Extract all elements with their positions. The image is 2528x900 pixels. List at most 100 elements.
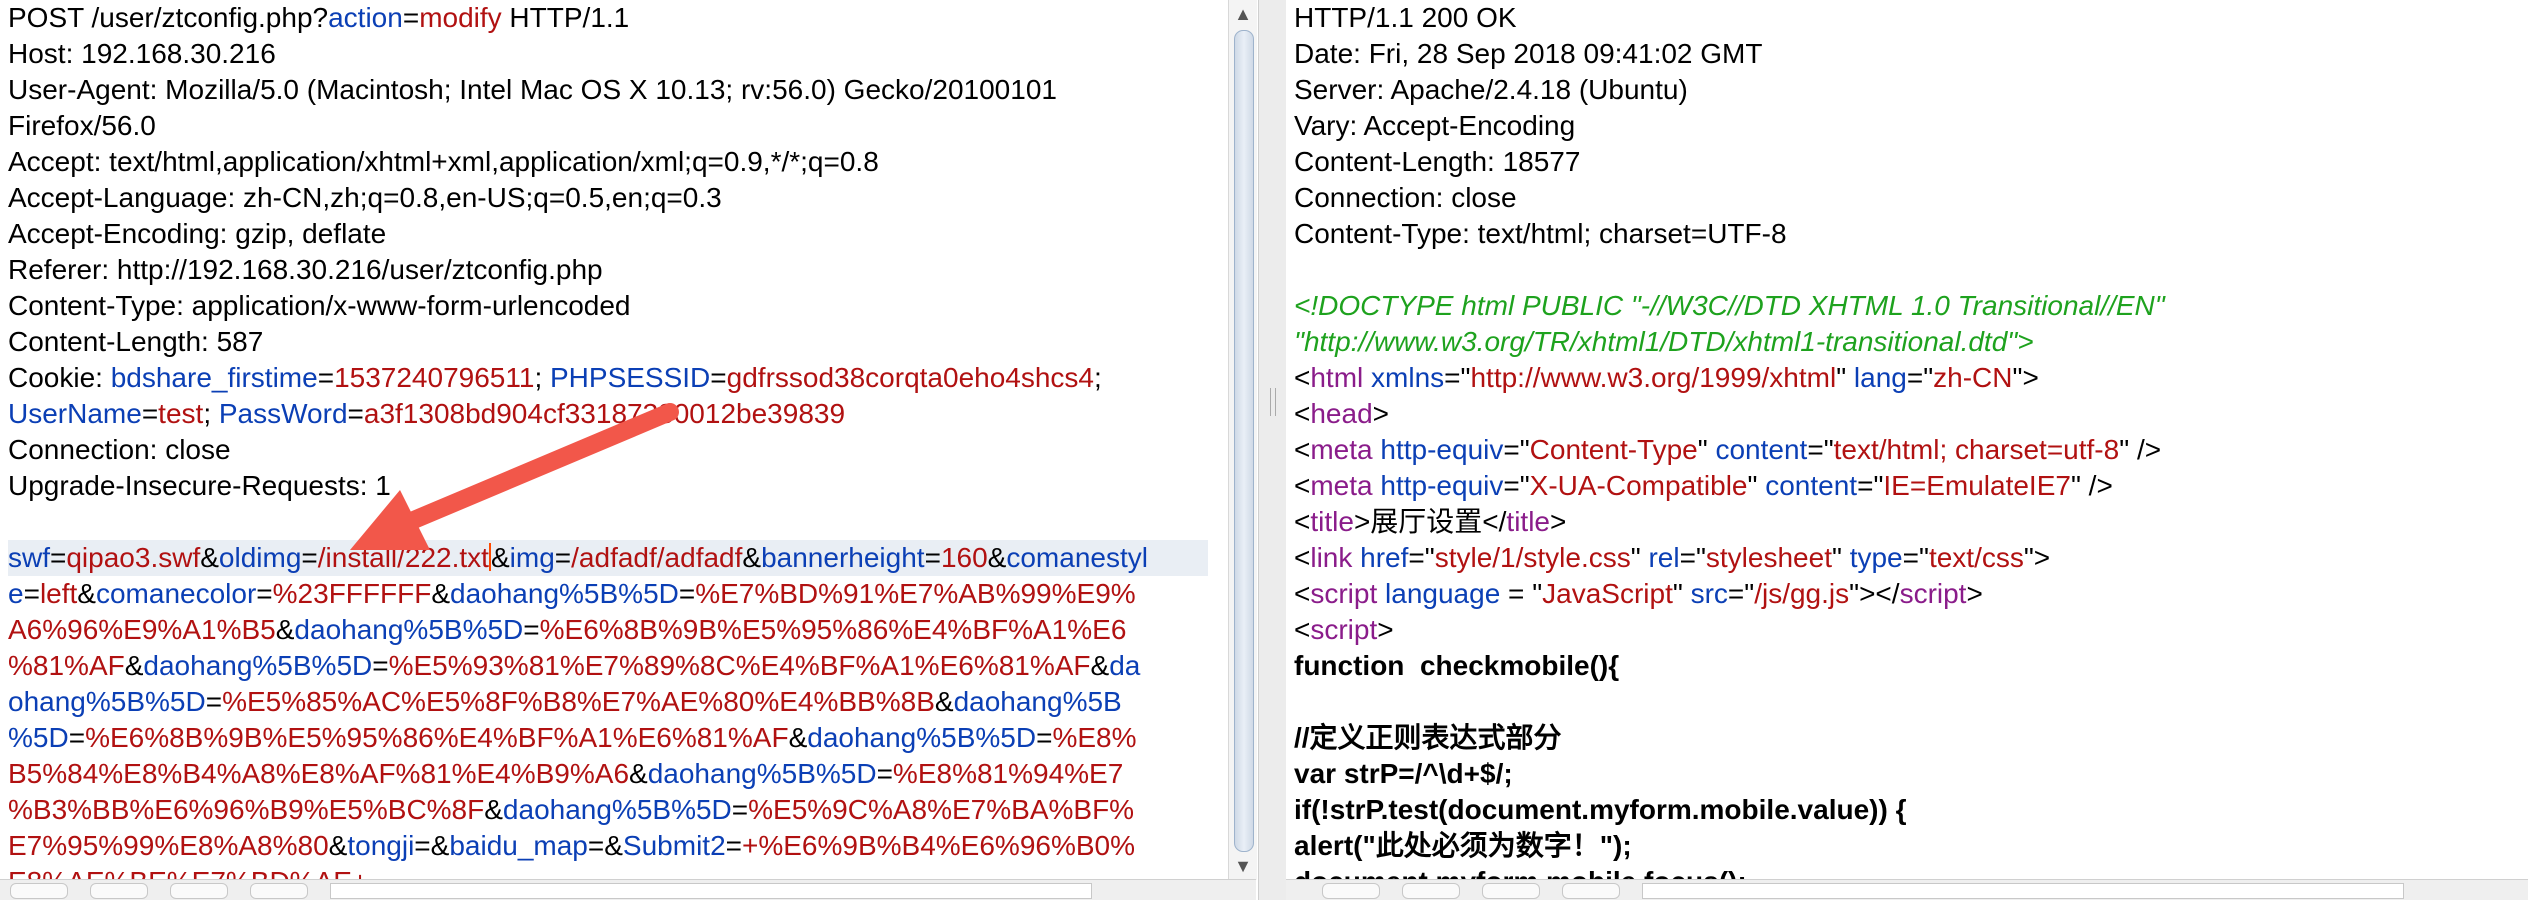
- text-token: zh-CN: [1933, 362, 2013, 393]
- request-editor[interactable]: POST /user/ztconfig.php?action=modify HT…: [8, 0, 1208, 880]
- scroll-up-icon[interactable]: ▲: [1229, 0, 1257, 28]
- text-token: comanestyl: [1006, 542, 1148, 573]
- response-search-input[interactable]: [1642, 883, 2404, 899]
- text-token: =: [710, 362, 727, 393]
- text-token: Server: Apache/2.4.18 (Ubuntu): [1294, 74, 1688, 105]
- text-token: =: [731, 794, 749, 825]
- text-token: daohang%5B%5D: [807, 722, 1037, 753]
- response-bottom-toolbar: [1286, 879, 2528, 900]
- request-headers: POST /user/ztconfig.php?action=modify HT…: [8, 0, 1208, 540]
- text-token: ;: [1094, 362, 1102, 393]
- text-token: swf: [8, 542, 50, 573]
- text-line: Firefox/56.0: [8, 108, 1208, 144]
- text-token: &: [431, 578, 451, 609]
- text-token: Content-Type: application/x-www-form-url…: [8, 290, 631, 321]
- previous-button[interactable]: [90, 883, 148, 899]
- text-token: ": [1672, 578, 1691, 609]
- text-token: script: [1899, 578, 1967, 609]
- text-line: User-Agent: Mozilla/5.0 (Macintosh; Inte…: [8, 72, 1208, 108]
- text-token: text/css: [1928, 542, 2024, 573]
- text-token: script: [1310, 578, 1378, 609]
- text-token: %23FFFFFF: [272, 578, 432, 609]
- request-pane[interactable]: POST /user/ztconfig.php?action=modify HT…: [0, 0, 1228, 900]
- text-token: >: [1550, 506, 1567, 537]
- text-token: = ": [1500, 578, 1543, 609]
- text-line: Connection: close: [8, 432, 1208, 468]
- add-button[interactable]: [170, 883, 228, 899]
- text-token: daohang%5B%5D: [502, 794, 732, 825]
- text-token: language: [1385, 578, 1501, 609]
- text-token: action: [328, 2, 403, 33]
- text-line: [1294, 252, 2508, 288]
- text-token: IE=EmulateIE7: [1883, 470, 2071, 501]
- scroll-down-icon[interactable]: ▼: [1229, 852, 1257, 880]
- scrollbar-thumb[interactable]: [1234, 30, 1254, 852]
- response-next-button[interactable]: [1562, 883, 1620, 899]
- text-token: <: [1294, 614, 1311, 645]
- text-token: /adfadf/adfadf: [571, 542, 743, 573]
- text-token: Host: 192.168.30.216: [8, 38, 276, 69]
- text-token: =: [23, 578, 40, 609]
- next-button[interactable]: [250, 883, 308, 899]
- text-line: %81%AF&daohang%5B%5D=%E5%93%81%E7%89%8C%…: [8, 648, 1208, 684]
- text-line: Date: Fri, 28 Sep 2018 09:41:02 GMT: [1294, 36, 2508, 72]
- text-line: "http://www.w3.org/TR/xhtml1/DTD/xhtml1-…: [1294, 324, 2508, 360]
- request-body[interactable]: swf=qipao3.swf&oldimg=/install/222.txt&i…: [8, 540, 1208, 880]
- text-token: &: [484, 794, 503, 825]
- text-token: =": [1503, 470, 1530, 501]
- text-token: daohang%5B%5D: [294, 614, 524, 645]
- text-token: var strP=/^\d+$/;: [1294, 758, 1513, 789]
- text-token: head: [1310, 398, 1373, 429]
- text-token: 160: [940, 542, 988, 573]
- response-help-button[interactable]: [1322, 883, 1380, 899]
- text-token: =: [256, 578, 273, 609]
- text-token: =: [301, 542, 318, 573]
- text-token: =": [1857, 470, 1884, 501]
- text-line: A6%96%E9%A1%B5&daohang%5B%5D=%E6%8B%9B%E…: [8, 612, 1208, 648]
- text-token: ": [1836, 362, 1854, 393]
- text-token: %E7%BD%91%E7%AB%99%E9%: [695, 578, 1136, 609]
- text-token: /install/222.txt: [317, 542, 489, 573]
- text-line: <!DOCTYPE html PUBLIC "-//W3C//DTD XHTML…: [1294, 288, 2508, 324]
- text-token: =: [876, 758, 893, 789]
- request-vertical-scrollbar[interactable]: ▲ ▼: [1228, 0, 1257, 880]
- text-token: HTTP/1.1 200 OK: [1294, 2, 1517, 33]
- text-token: =: [402, 2, 420, 33]
- text-token: A6%96%E9%A1%B5: [8, 614, 276, 645]
- text-token: Date: Fri, 28 Sep 2018 09:41:02 GMT: [1294, 38, 1763, 69]
- text-token: %E8%81%94%E7: [892, 758, 1124, 789]
- text-token: "http://www.w3.org/TR/xhtml1/DTD/xhtml1-…: [1294, 326, 2034, 357]
- text-token: &: [275, 614, 295, 645]
- request-search-input[interactable]: [330, 883, 1092, 899]
- text-token: <: [1294, 506, 1311, 537]
- response-add-button[interactable]: [1482, 883, 1540, 899]
- text-token: =: [141, 398, 159, 429]
- text-token: &: [987, 542, 1007, 573]
- text-token: &: [1090, 650, 1110, 681]
- text-token: =: [523, 614, 540, 645]
- text-token: >: [1372, 398, 1390, 429]
- text-token: =": [1906, 362, 1934, 393]
- text-token: ">: [2012, 362, 2039, 393]
- text-token: PHPSESSID: [550, 362, 711, 393]
- text-token: Firefox/56.0: [8, 110, 156, 141]
- text-token: ;: [203, 398, 219, 429]
- text-token: Content-Type: text/html; charset=UTF-8: [1294, 218, 1787, 249]
- text-line: document.myform.mobile.focus();: [1294, 864, 2508, 880]
- text-token: <: [1294, 434, 1311, 465]
- help-button[interactable]: [10, 883, 68, 899]
- pane-splitter[interactable]: [1258, 0, 1288, 900]
- response-viewer[interactable]: HTTP/1.1 200 OK Date: Fri, 28 Sep 2018 09…: [1294, 0, 2508, 880]
- text-token: >: [1966, 578, 1983, 609]
- splitter-grip-icon[interactable]: [1270, 388, 1276, 416]
- response-previous-button[interactable]: [1402, 883, 1460, 899]
- text-line: E7%95%99%E8%A8%80&tongji=&baidu_map=&Sub…: [8, 828, 1208, 864]
- text-token: bdshare_firstime: [110, 362, 318, 393]
- text-token: alert("此处必须为数字！");: [1294, 830, 1632, 861]
- text-token: >展厅设置</: [1353, 506, 1507, 537]
- text-line: <html xmlns="http://www.w3.org/1999/xhtm…: [1294, 360, 2508, 396]
- response-pane[interactable]: HTTP/1.1 200 OK Date: Fri, 28 Sep 2018 09…: [1286, 0, 2528, 900]
- text-token: type: [1849, 542, 1903, 573]
- text-token: Upgrade-Insecure-Requests: 1: [8, 470, 391, 501]
- text-token: User-Agent: Mozilla/5.0 (Macintosh; Inte…: [8, 74, 1057, 105]
